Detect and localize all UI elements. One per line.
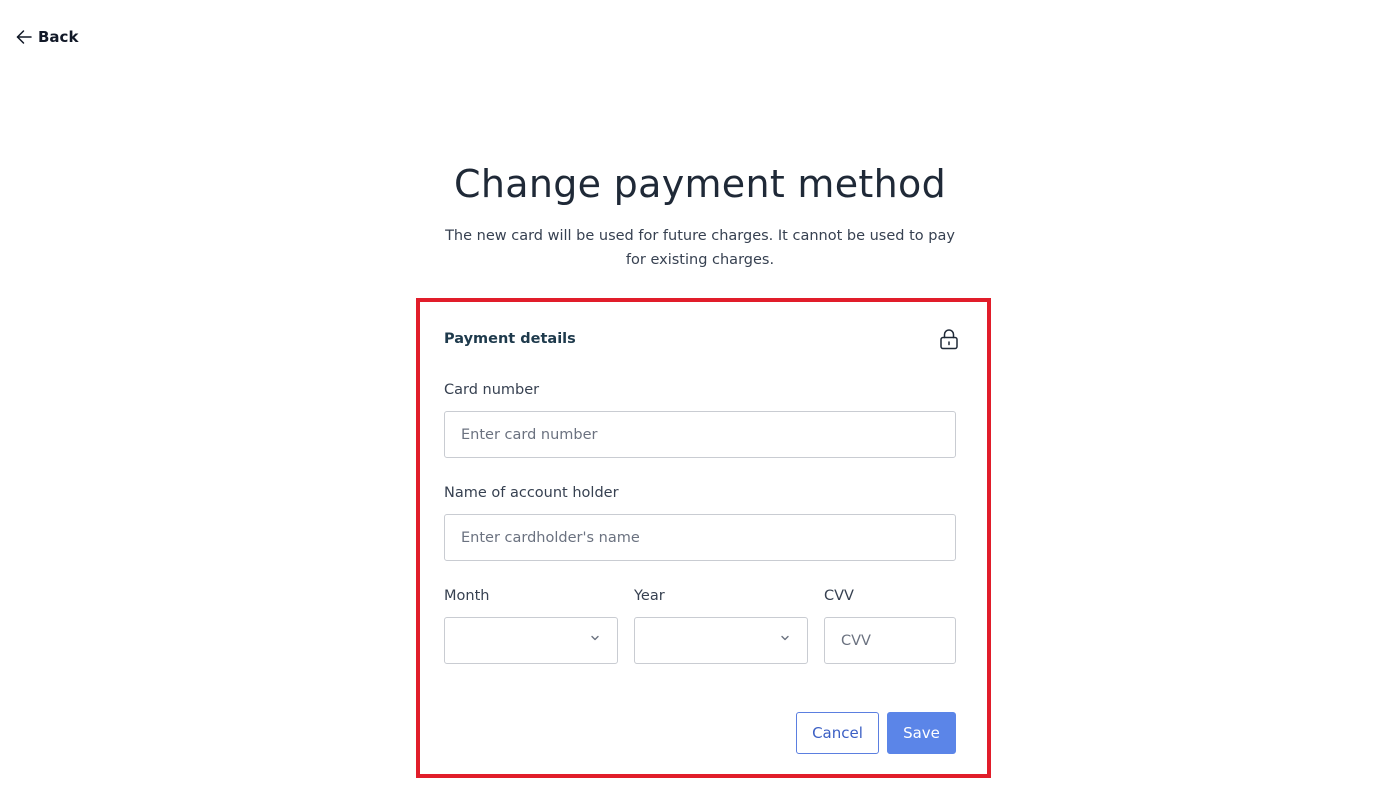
payment-details-card: Payment details Card number Name of acco… [416,298,991,778]
arrow-left-icon [16,29,32,45]
cancel-button[interactable]: Cancel [796,712,879,754]
page-subtitle: The new card will be used for future cha… [445,228,955,268]
page: Back Change payment method The new card … [0,0,1400,800]
account-holder-label: Name of account holder [444,485,619,501]
chevron-down-icon [779,632,791,644]
cvv-label: CVV [824,588,854,604]
save-button[interactable]: Save [887,712,956,754]
year-select[interactable] [634,617,808,664]
card-title: Payment details [444,331,576,347]
year-label: Year [634,588,665,604]
month-label: Month [444,588,490,604]
card-number-label: Card number [444,382,540,398]
card-header: Payment details [444,328,960,350]
card-number-input[interactable] [444,411,956,458]
month-select[interactable] [444,617,618,664]
lock-icon [938,328,960,350]
account-holder-input[interactable] [444,514,956,561]
chevron-down-icon [589,632,601,644]
back-button[interactable]: Back [16,28,78,46]
back-label: Back [38,28,79,46]
page-title: Change payment method [454,162,946,206]
cvv-input[interactable] [824,617,956,664]
